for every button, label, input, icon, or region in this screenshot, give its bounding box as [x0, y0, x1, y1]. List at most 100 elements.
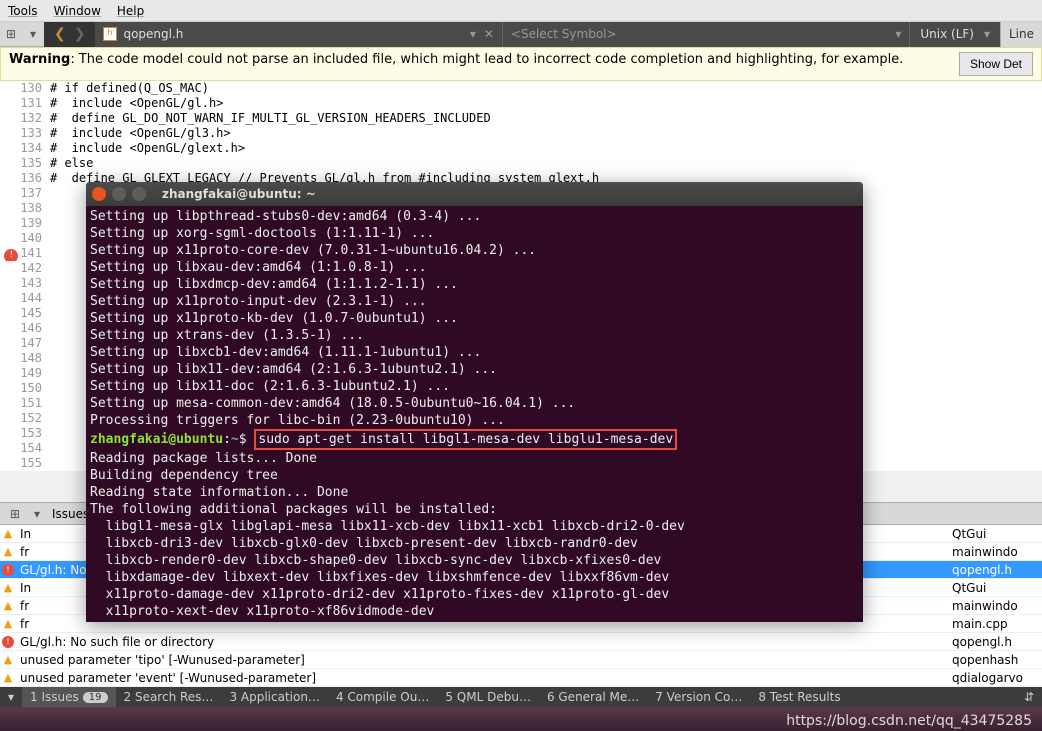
code-text: # if defined(Q_OS_MAC) [50, 81, 209, 96]
terminal-line: Setting up libx11-dev:amd64 (2:1.6.3-1ub… [90, 361, 859, 378]
terminal-title: zhangfakai@ubuntu: ~ [162, 187, 316, 201]
terminal-line: Reading state information... Done [90, 484, 859, 501]
issue-description: GL/gl.h: No such file or directory [16, 633, 952, 650]
file-name: qopengl.h [123, 27, 183, 41]
collapse-icon[interactable]: ▾ [0, 687, 22, 707]
window-close-icon[interactable] [92, 187, 106, 201]
highlighted-command: sudo apt-get install libgl1-mesa-dev lib… [254, 429, 677, 450]
tab-label: 4 Compile Ou… [336, 690, 429, 704]
warning-icon: ▲ [0, 525, 16, 542]
line-number: 143 [0, 276, 50, 291]
tab-badge: 19 [83, 692, 108, 703]
terminal-line: Setting up libpthread-stubs0-dev:amd64 (… [90, 208, 859, 225]
menu-tools[interactable]: Tools [8, 4, 38, 18]
code-line[interactable]: 133# include <OpenGL/gl3.h> [0, 126, 1042, 141]
output-tab[interactable]: 3 Application… [221, 687, 328, 707]
line-number: 144 [0, 291, 50, 306]
split-vertical-icon[interactable]: ▾ [22, 24, 44, 44]
window-minimize-icon[interactable] [112, 187, 126, 201]
terminal-titlebar[interactable]: zhangfakai@ubuntu: ~ [86, 182, 863, 206]
line-number: 151 [0, 396, 50, 411]
terminal-line: Processing triggers for libc-bin (2.23-0… [90, 412, 859, 429]
issue-file: QtGui [952, 525, 1042, 542]
line-number: 148 [0, 351, 50, 366]
dropdown-icon[interactable]: ▾ [470, 27, 476, 41]
line-number: 131 [0, 96, 50, 111]
menu-help[interactable]: Help [117, 4, 144, 18]
error-icon: ! [0, 633, 16, 650]
terminal-line: libxcb-render0-dev libxcb-shape0-dev lib… [90, 552, 859, 569]
code-text: # include <OpenGL/glext.h> [50, 141, 245, 156]
output-tab[interactable]: 1 Issues19 [22, 687, 115, 707]
line-number: 146 [0, 321, 50, 336]
warning-icon: ▲ [0, 669, 16, 686]
issue-file: QtGui [952, 579, 1042, 596]
line-number: 147 [0, 336, 50, 351]
code-line[interactable]: 131# include <OpenGL/gl.h> [0, 96, 1042, 111]
file-tab[interactable]: qopengl.h ▾ ✕ [95, 22, 501, 47]
issue-file: main.cpp [952, 615, 1042, 632]
code-line[interactable]: 134# include <OpenGL/glext.h> [0, 141, 1042, 156]
warning-icon: ▲ [0, 651, 16, 668]
tab-label: 5 QML Debu… [445, 690, 531, 704]
warning-icon: ▲ [0, 615, 16, 632]
dropdown-icon[interactable]: ▾ [26, 504, 48, 524]
line-label: Line [1009, 27, 1034, 41]
encoding-selector[interactable]: Unix (LF) ▾ [909, 22, 1000, 47]
line-number: 152 [0, 411, 50, 426]
issue-file: qopenhash [952, 651, 1042, 668]
header-file-icon [103, 27, 117, 41]
warning-icon: ▲ [0, 597, 16, 614]
output-tab[interactable]: 4 Compile Ou… [328, 687, 437, 707]
close-file-icon[interactable]: ✕ [484, 27, 494, 41]
more-icon[interactable]: ⇵ [1016, 687, 1042, 707]
window-maximize-icon[interactable] [132, 187, 146, 201]
tab-label: 2 Search Res… [124, 690, 214, 704]
terminal-line: Setting up xtrans-dev (1.3.5-1) ... [90, 327, 859, 344]
terminal-line: x11proto-damage-dev x11proto-dri2-dev x1… [90, 586, 859, 603]
issue-row[interactable]: !GL/gl.h: No such file or directoryqopen… [0, 633, 1042, 651]
terminal-line: Setting up libxau-dev:amd64 (1:1.0.8-1) … [90, 259, 859, 276]
line-number: 150 [0, 381, 50, 396]
menu-window[interactable]: Window [54, 4, 101, 18]
terminal-line: Building dependency tree [90, 467, 859, 484]
nav-forward-icon[interactable]: ❯ [74, 26, 86, 42]
dropdown-icon[interactable]: ▾ [895, 27, 901, 41]
encoding-label: Unix (LF) [920, 27, 974, 41]
warning-text: Warning: The code model could not parse … [9, 52, 951, 69]
split-icon[interactable]: ⊞ [4, 504, 26, 524]
line-number: 136 [0, 171, 50, 186]
symbol-selector[interactable]: <Select Symbol> ▾ [502, 22, 909, 47]
nav-back-icon[interactable]: ❮ [54, 26, 66, 42]
terminal-line: Setting up x11proto-input-dev (2.3.1-1) … [90, 293, 859, 310]
output-tab[interactable]: 8 Test Results [750, 687, 848, 707]
line-number: 135 [0, 156, 50, 171]
terminal-window[interactable]: zhangfakai@ubuntu: ~ Setting up libpthre… [86, 182, 863, 622]
output-tab[interactable]: 5 QML Debu… [437, 687, 539, 707]
code-line[interactable]: 135# else [0, 156, 1042, 171]
code-text: # define GL_DO_NOT_WARN_IF_MULTI_GL_VERS… [50, 111, 491, 126]
issue-row[interactable]: ▲unused parameter 'tipo' [-Wunused-param… [0, 651, 1042, 669]
line-number: 142 [0, 261, 50, 276]
warning-icon: ▲ [0, 579, 16, 596]
terminal-body[interactable]: Setting up libpthread-stubs0-dev:amd64 (… [86, 206, 863, 622]
code-line[interactable]: 132# define GL_DO_NOT_WARN_IF_MULTI_GL_V… [0, 111, 1042, 126]
terminal-line: Setting up libx11-doc (2:1.6.3-1ubuntu2.… [90, 378, 859, 395]
split-horizontal-icon[interactable]: ⊞ [0, 24, 22, 44]
terminal-line: Setting up libxdmcp-dev:amd64 (1:1.1.2-1… [90, 276, 859, 293]
terminal-line: Setting up xorg-sgml-doctools (1:1.11-1)… [90, 225, 859, 242]
show-details-button[interactable]: Show Det [959, 52, 1033, 76]
output-tab[interactable]: 2 Search Res… [116, 687, 222, 707]
output-tab[interactable]: 6 General Me… [539, 687, 647, 707]
code-line[interactable]: 130# if defined(Q_OS_MAC) [0, 81, 1042, 96]
dropdown-icon[interactable]: ▾ [984, 27, 990, 41]
terminal-line: Setting up x11proto-kb-dev (1.0.7-0ubunt… [90, 310, 859, 327]
warning-icon: ▲ [0, 543, 16, 560]
code-text: # include <OpenGL/gl.h> [50, 96, 223, 111]
output-tab[interactable]: 7 Version Co… [647, 687, 750, 707]
output-tabs: ▾1 Issues19 2 Search Res… 3 Application… 4 … [0, 687, 1042, 707]
line-indicator[interactable]: Line [1000, 22, 1042, 47]
watermark: https://blog.csdn.net/qq_43475285 [786, 713, 1032, 729]
issue-row[interactable]: ▲unused parameter 'event' [-Wunused-para… [0, 669, 1042, 687]
terminal-line: Setting up libxcb1-dev:amd64 (1.11.1-1ub… [90, 344, 859, 361]
